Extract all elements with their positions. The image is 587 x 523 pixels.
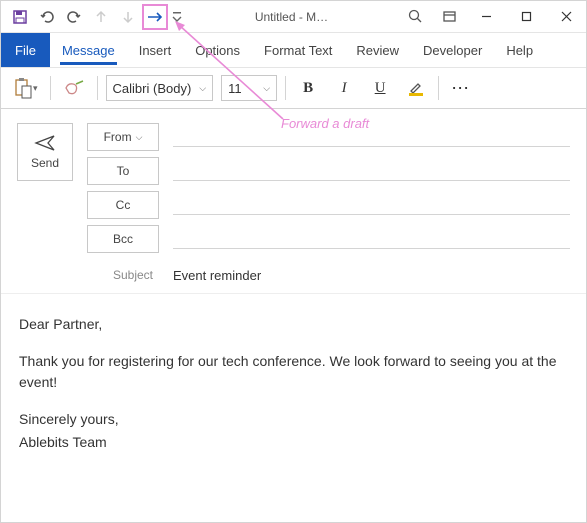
bcc-button[interactable]: Bcc <box>87 225 159 253</box>
previous-icon <box>88 4 114 30</box>
ribbon-toolbar: ▾ Calibri (Body) ⌵ 11 ⌵ B I U ⋯ <box>1 67 586 109</box>
message-body[interactable]: Dear Partner, Thank you for registering … <box>1 294 586 522</box>
body-signoff: Sincerely yours, <box>19 409 568 430</box>
from-field[interactable] <box>173 127 570 147</box>
more-commands-button[interactable]: ⋯ <box>447 74 475 102</box>
redo-icon[interactable] <box>61 4 87 30</box>
highlight-button[interactable] <box>402 74 430 102</box>
underline-button[interactable]: U <box>366 74 394 102</box>
close-button[interactable] <box>546 1 586 33</box>
divider <box>285 76 286 100</box>
compose-header: Send From ⌵ To Cc Bcc <box>1 109 586 294</box>
bold-button[interactable]: B <box>294 74 322 102</box>
body-greeting: Dear Partner, <box>19 314 568 335</box>
font-family-select[interactable]: Calibri (Body) ⌵ <box>106 75 214 101</box>
outlook-compose-window: Untitled - M… File Message Insert Option… <box>0 0 587 523</box>
tab-file[interactable]: File <box>1 33 50 67</box>
tab-insert[interactable]: Insert <box>127 33 184 67</box>
font-size-select[interactable]: 11 ⌵ <box>221 75 277 101</box>
chevron-down-icon: ⌵ <box>136 132 143 143</box>
window-title: Untitled - M… <box>185 10 398 24</box>
minimize-button[interactable] <box>466 1 506 33</box>
chevron-down-icon: ▾ <box>33 83 38 94</box>
to-button[interactable]: To <box>87 157 159 185</box>
font-size-value: 11 <box>228 81 242 96</box>
send-button[interactable]: Send <box>17 123 73 181</box>
subject-field[interactable]: Event reminder <box>173 265 570 285</box>
tab-developer[interactable]: Developer <box>411 33 494 67</box>
cc-label: Cc <box>116 198 131 212</box>
ribbon-tabs: File Message Insert Options Format Text … <box>1 33 586 67</box>
format-painter-icon[interactable] <box>59 73 89 103</box>
titlebar-right <box>398 1 586 33</box>
italic-button[interactable]: I <box>330 74 358 102</box>
from-label: From <box>104 130 132 144</box>
from-button[interactable]: From ⌵ <box>87 123 159 151</box>
to-label: To <box>117 164 130 178</box>
chevron-down-icon: ⌵ <box>199 83 206 94</box>
tab-review[interactable]: Review <box>344 33 411 67</box>
paste-button[interactable]: ▾ <box>9 73 42 103</box>
forward-draft-button[interactable] <box>142 4 168 30</box>
font-family-value: Calibri (Body) <box>113 81 192 96</box>
divider <box>50 76 51 100</box>
subject-label: Subject <box>87 268 159 282</box>
quick-access-toolbar <box>1 4 185 30</box>
titlebar: Untitled - M… <box>1 1 586 33</box>
tab-message[interactable]: Message <box>50 33 127 67</box>
bcc-label: Bcc <box>113 232 133 246</box>
divider <box>97 76 98 100</box>
qat-customize-icon[interactable] <box>169 4 185 30</box>
undo-icon[interactable] <box>34 4 60 30</box>
search-icon[interactable] <box>398 1 432 33</box>
cc-button[interactable]: Cc <box>87 191 159 219</box>
tab-help[interactable]: Help <box>494 33 545 67</box>
to-field[interactable] <box>173 161 570 181</box>
body-signature: Ablebits Team <box>19 432 568 453</box>
highlight-color-swatch <box>409 93 423 96</box>
chevron-down-icon: ⌵ <box>263 83 270 94</box>
save-icon[interactable] <box>7 4 33 30</box>
tab-format-text[interactable]: Format Text <box>252 33 344 67</box>
send-icon <box>34 134 56 152</box>
divider <box>438 76 439 100</box>
maximize-button[interactable] <box>506 1 546 33</box>
send-label: Send <box>31 156 59 170</box>
window-options-icon[interactable] <box>432 1 466 33</box>
cc-field[interactable] <box>173 195 570 215</box>
bcc-field[interactable] <box>173 229 570 249</box>
next-icon <box>115 4 141 30</box>
tab-options[interactable]: Options <box>183 33 252 67</box>
body-paragraph: Thank you for registering for our tech c… <box>19 351 568 393</box>
